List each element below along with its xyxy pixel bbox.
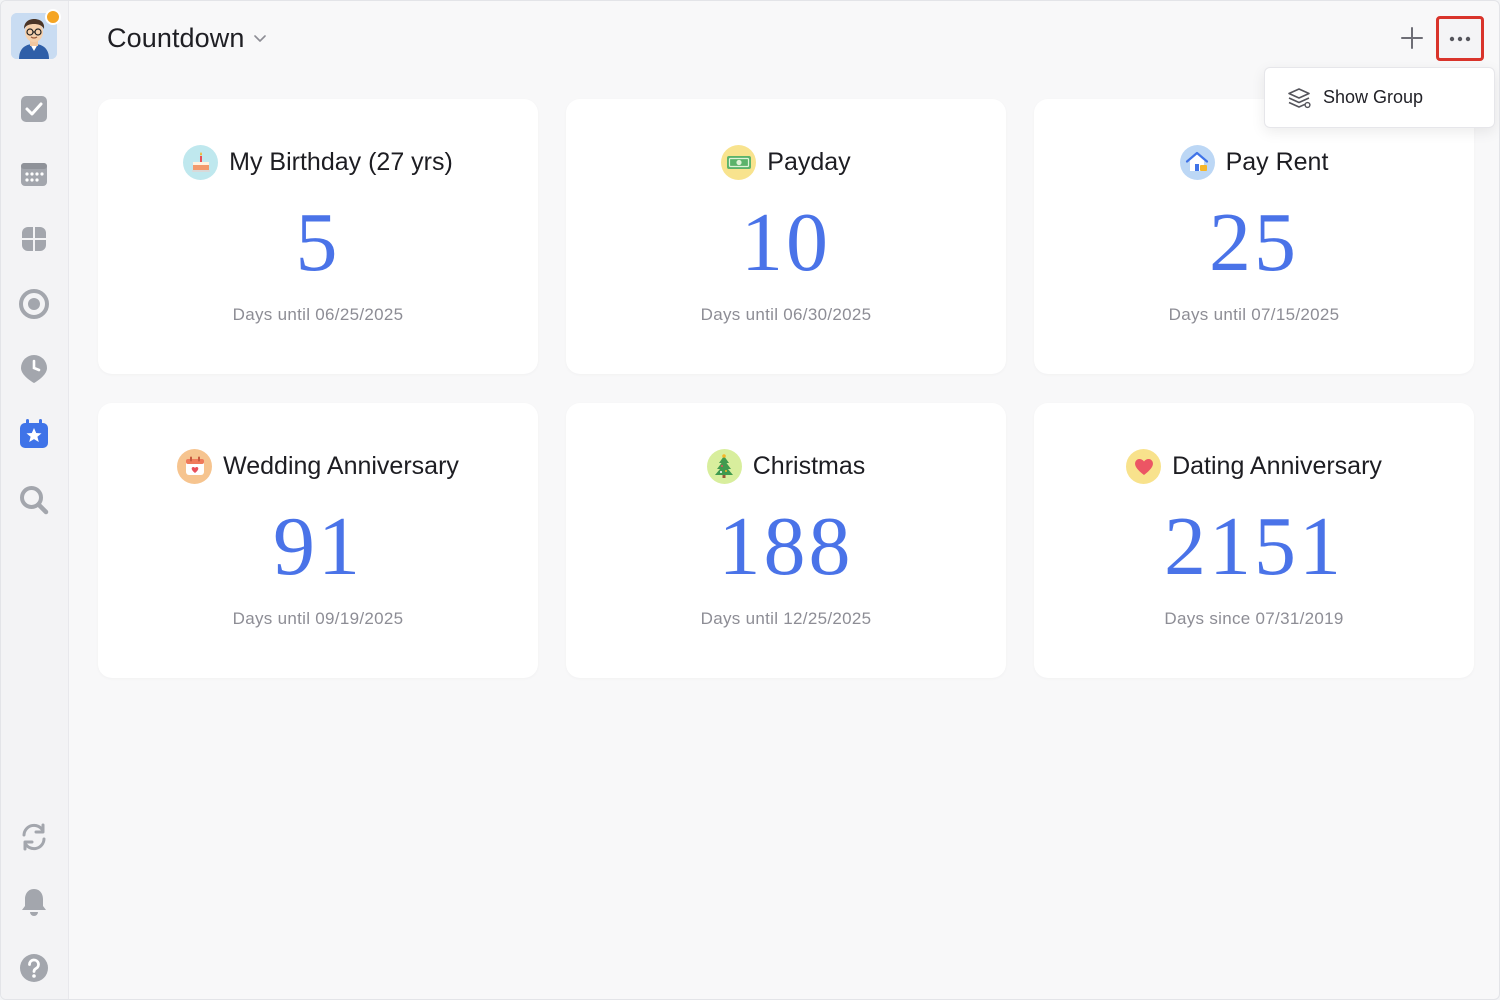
house-icon: [1179, 144, 1215, 180]
card-header: My Birthday (27 yrs): [98, 143, 538, 181]
target-date-text: Days until 09/19/2025: [232, 609, 404, 628]
card-title: Payday: [767, 147, 851, 176]
bell-icon: [22, 889, 46, 916]
add-countdown-button[interactable]: [1393, 19, 1431, 57]
target-date-text: Days until 06/30/2025: [700, 305, 872, 324]
days-count: 188: [718, 500, 854, 593]
clock-pin-icon: [21, 355, 47, 383]
calendar-heart-icon: [177, 448, 213, 484]
days-count: 91: [273, 500, 363, 593]
countdown-card-birthday[interactable]: My Birthday (27 yrs) 5 Days until 06/25/…: [98, 99, 538, 374]
help-icon: [20, 954, 48, 982]
sidebar-item-tasks[interactable]: [15, 90, 53, 128]
chevron-down-icon: [253, 35, 266, 42]
sync-icon: [22, 823, 46, 851]
countdown-card-wedding-anniversary[interactable]: Wedding Anniversary 91 Days until 09/19/…: [98, 403, 538, 678]
checkbox-icon: [21, 96, 47, 122]
days-count: 5: [295, 196, 341, 289]
show-group-menu-item[interactable]: Show Group: [1323, 87, 1423, 108]
countdown-card-pay-rent[interactable]: Pay Rent 25 Days until 07/15/2025: [1034, 99, 1474, 374]
card-header: Christmas: [566, 447, 1006, 485]
card-header: Dating Anniversary: [1034, 447, 1474, 485]
card-title: Dating Anniversary: [1172, 451, 1382, 480]
calendar-icon: [21, 163, 47, 186]
card-title: My Birthday (27 yrs): [229, 147, 453, 176]
christmas-tree-icon: [706, 448, 742, 484]
sidebar-item-habit[interactable]: [15, 350, 53, 388]
more-dots-icon: [1449, 36, 1471, 41]
card-header: Wedding Anniversary: [98, 447, 538, 485]
target-date-text: Days since 07/31/2019: [1164, 609, 1344, 628]
countdown-card-dating-anniversary[interactable]: Dating Anniversary 2151 Days since 07/31…: [1034, 403, 1474, 678]
sidebar-item-calendar[interactable]: [15, 155, 53, 193]
target-date-text: Days until 07/15/2025: [1168, 305, 1340, 324]
days-count: 25: [1209, 196, 1299, 289]
target-date-text: Days until 12/25/2025: [700, 609, 872, 628]
card-title: Christmas: [752, 451, 866, 480]
sidebar-item-focus[interactable]: [15, 285, 53, 323]
sidebar: [1, 1, 69, 999]
options-dropdown: Show Group: [1264, 67, 1495, 128]
focus-target-icon: [19, 289, 49, 319]
page-title: Countdown: [107, 22, 245, 53]
card-title: Pay Rent: [1225, 147, 1329, 176]
card-header: Payday: [566, 143, 1006, 181]
layers-icon: [1288, 87, 1311, 108]
card-header: Pay Rent: [1034, 143, 1474, 181]
calendar-star-icon: [20, 419, 48, 448]
sidebar-item-help[interactable]: [15, 949, 53, 987]
target-date-text: Days until 06/25/2025: [232, 305, 404, 324]
birthday-cake-icon: [183, 144, 219, 180]
more-options-button[interactable]: [1436, 16, 1484, 61]
search-icon: [20, 486, 49, 515]
sidebar-item-search[interactable]: [15, 481, 53, 519]
sidebar-item-sync[interactable]: [15, 818, 53, 856]
heart-icon: [1126, 448, 1162, 484]
app-window: Countdown Show Group My Birthday (27 yrs…: [0, 0, 1500, 1000]
sidebar-item-countdown[interactable]: [15, 415, 53, 453]
list-title-selector[interactable]: Countdown: [107, 19, 267, 57]
money-icon: [721, 144, 757, 180]
premium-badge-icon: [45, 9, 61, 25]
countdown-card-christmas[interactable]: Christmas 188 Days until 12/25/2025: [566, 403, 1006, 678]
sidebar-item-notifications[interactable]: [15, 883, 53, 921]
card-title: Wedding Anniversary: [223, 451, 459, 480]
days-count: 10: [741, 196, 831, 289]
countdown-card-payday[interactable]: Payday 10 Days until 06/30/2025: [566, 99, 1006, 374]
days-count: 2151: [1164, 500, 1344, 593]
sidebar-item-matrix[interactable]: [15, 220, 53, 258]
plus-icon: [1401, 27, 1423, 49]
four-squares-icon: [22, 227, 46, 251]
